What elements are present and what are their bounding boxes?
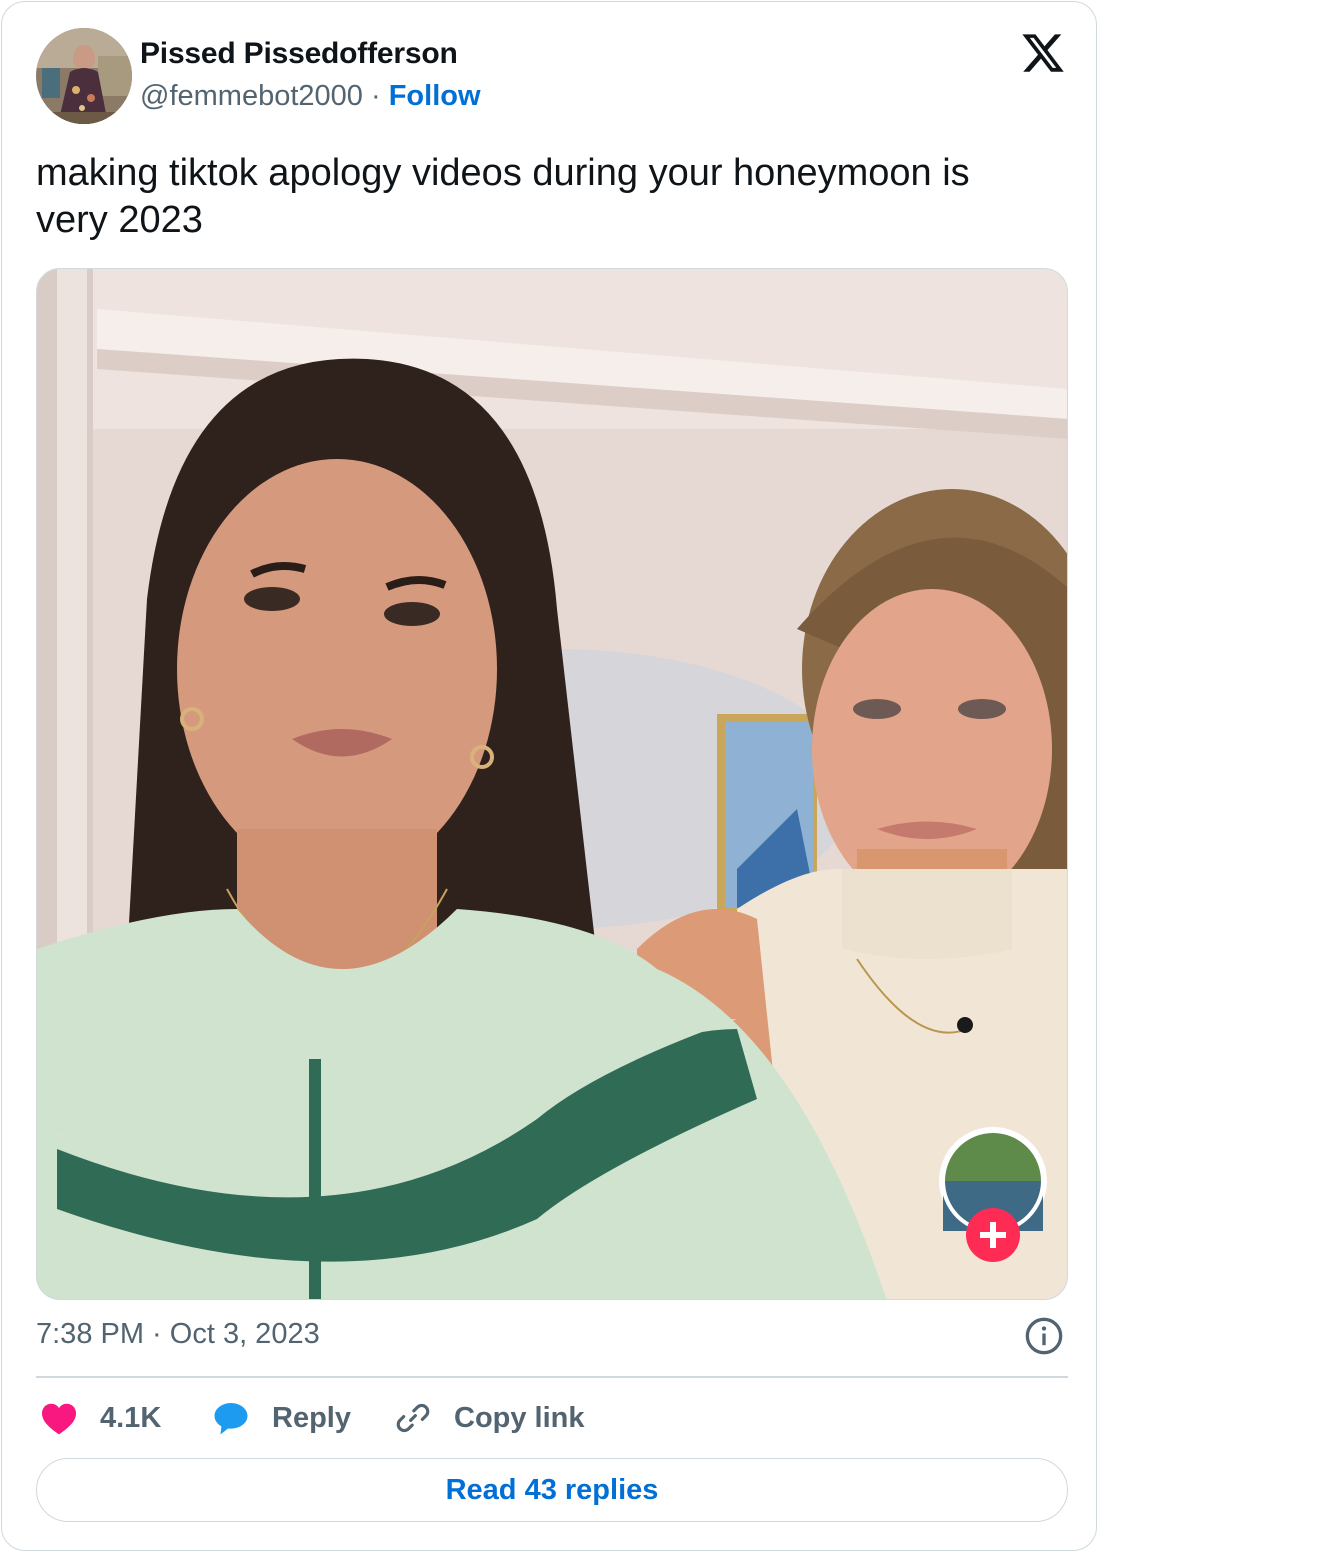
author-handle[interactable]: @femmebot2000 — [140, 80, 363, 112]
x-logo-icon[interactable] — [1020, 30, 1066, 76]
author-handle-row: @femmebot2000 · Follow — [140, 80, 481, 113]
divider — [36, 1376, 1068, 1378]
reply-label: Reply — [272, 1401, 351, 1434]
link-icon — [396, 1403, 430, 1433]
author-display-name[interactable]: Pissed Pissedofferson — [140, 37, 458, 71]
follow-link[interactable]: Follow — [389, 80, 481, 112]
speech-bubble-icon — [214, 1403, 248, 1435]
tweet-timestamp[interactable]: 7:38 PM · Oct 3, 2023 — [36, 1318, 320, 1351]
copy-link-button[interactable]: Copy link — [394, 1394, 585, 1442]
heart-icon — [42, 1403, 76, 1435]
tweet-video-thumbnail[interactable] — [36, 268, 1068, 1300]
like-button[interactable]: 4.1K — [40, 1394, 161, 1442]
handle-separator: · — [370, 80, 381, 112]
tweet-embed-card: Pissed Pissedofferson @femmebot2000 · Fo… — [1, 1, 1097, 1551]
author-avatar-image — [36, 28, 132, 124]
info-icon[interactable] — [1024, 1316, 1064, 1356]
video-frame-image — [37, 269, 1067, 1299]
like-count: 4.1K — [100, 1401, 162, 1434]
tweet-text: making tiktok apology videos during your… — [36, 152, 970, 241]
reply-button[interactable]: Reply — [212, 1394, 351, 1442]
copy-link-label: Copy link — [454, 1401, 585, 1434]
read-replies-button[interactable]: Read 43 replies — [36, 1458, 1068, 1522]
author-avatar[interactable] — [36, 28, 132, 124]
